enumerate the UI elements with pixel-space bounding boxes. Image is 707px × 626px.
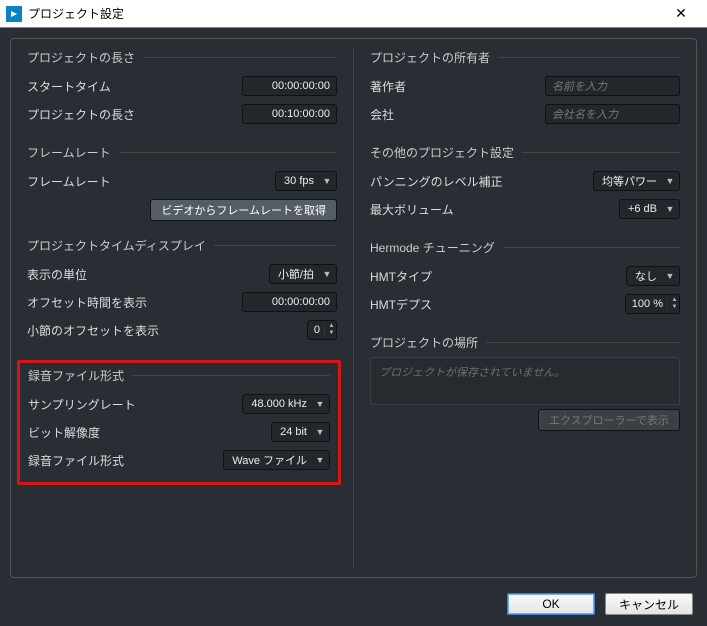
filetype-label: 録音ファイル形式: [28, 452, 124, 469]
hmt-depth-spinner[interactable]: 100 % ▲▼: [625, 294, 680, 314]
chevron-down-icon: ▼: [320, 176, 334, 186]
settings-panel: プロジェクトの長さ スタートタイム 00:00:00:00 プロジェクトの長さ …: [10, 38, 697, 578]
framerate-from-video-button[interactable]: ビデオからフレームレートを取得: [150, 199, 337, 221]
window-titlebar: プロジェクト設定 ✕: [0, 0, 707, 28]
dialog-footer: OK キャンセル: [0, 586, 707, 622]
chevron-down-icon: ▼: [313, 399, 327, 409]
app-icon: [6, 6, 22, 22]
maxvol-label: 最大ボリューム: [370, 201, 454, 218]
chevron-down-icon: ▼: [320, 269, 334, 279]
group-location: プロジェクトの場所 プロジェクトが保存されていません。 エクスプローラーで表示: [370, 334, 680, 431]
panlaw-label: パンニングのレベル補正: [370, 173, 503, 190]
group-title-owner: プロジェクトの所有者: [370, 49, 498, 66]
location-message: プロジェクトが保存されていません。: [379, 367, 565, 379]
cancel-button[interactable]: キャンセル: [605, 593, 693, 615]
group-time-display: プロジェクトタイムディスプレイ 表示の単位 小節/拍 ▼ オフセット時間を表示 …: [27, 237, 337, 344]
bitdepth-select[interactable]: 24 bit ▼: [271, 422, 330, 442]
chevron-down-icon: ▼: [313, 427, 327, 437]
spinner-down-icon[interactable]: ▼: [670, 304, 679, 311]
author-input[interactable]: 名前を入力: [545, 76, 680, 96]
group-title-location: プロジェクトの場所: [370, 334, 486, 351]
hmt-depth-label: HMTデプス: [370, 296, 432, 313]
group-owner: プロジェクトの所有者 著作者 名前を入力 会社 会社名を入力: [370, 49, 680, 128]
spinner-down-icon[interactable]: ▼: [327, 330, 336, 337]
group-title-framerate: フレームレート: [27, 144, 119, 161]
hmt-type-select[interactable]: なし ▼: [626, 266, 680, 286]
group-project-length: プロジェクトの長さ スタートタイム 00:00:00:00 プロジェクトの長さ …: [27, 49, 337, 128]
project-length-field[interactable]: 00:10:00:00: [242, 104, 337, 124]
display-format-select[interactable]: 小節/拍 ▼: [269, 264, 337, 284]
offset-time-label: オフセット時間を表示: [27, 294, 147, 311]
window-title: プロジェクト設定: [28, 5, 661, 22]
record-format-highlight: 録音ファイル形式 サンプリングレート 48.000 kHz ▼ ビット解像度 2…: [17, 360, 341, 485]
project-length-label: プロジェクトの長さ: [27, 106, 135, 123]
left-column: プロジェクトの長さ スタートタイム 00:00:00:00 プロジェクトの長さ …: [11, 39, 353, 577]
group-title-other: その他のプロジェクト設定: [370, 144, 522, 161]
samplerate-label: サンプリングレート: [28, 396, 136, 413]
framerate-select[interactable]: 30 fps ▼: [275, 171, 337, 191]
group-title-hermode: Hermode チューニング: [370, 239, 503, 256]
chevron-down-icon: ▼: [313, 455, 327, 465]
company-input[interactable]: 会社名を入力: [545, 104, 680, 124]
start-time-field[interactable]: 00:00:00:00: [242, 76, 337, 96]
author-label: 著作者: [370, 78, 406, 95]
project-location-box: プロジェクトが保存されていません。: [370, 357, 680, 405]
bar-offset-label: 小節のオフセットを表示: [27, 322, 159, 339]
right-column: プロジェクトの所有者 著作者 名前を入力 会社 会社名を入力 その他のプロジェク…: [354, 39, 696, 577]
group-title-length: プロジェクトの長さ: [27, 49, 143, 66]
chevron-down-icon: ▼: [663, 204, 677, 214]
group-framerate: フレームレート フレームレート 30 fps ▼ ビデオからフレームレートを取得: [27, 144, 337, 221]
spinner-up-icon[interactable]: ▲: [670, 297, 679, 304]
start-time-label: スタートタイム: [27, 78, 111, 95]
chevron-down-icon: ▼: [663, 271, 677, 281]
group-record-format: 録音ファイル形式 サンプリングレート 48.000 kHz ▼ ビット解像度 2…: [28, 367, 330, 474]
group-title-timedisplay: プロジェクトタイムディスプレイ: [27, 237, 214, 254]
ok-button[interactable]: OK: [507, 593, 595, 615]
display-format-label: 表示の単位: [27, 266, 87, 283]
spinner-up-icon[interactable]: ▲: [327, 323, 336, 330]
group-title-record: 録音ファイル形式: [28, 367, 132, 384]
company-label: 会社: [370, 106, 394, 123]
framerate-label: フレームレート: [27, 173, 111, 190]
filetype-select[interactable]: Wave ファイル ▼: [223, 450, 330, 470]
bitdepth-label: ビット解像度: [28, 424, 100, 441]
offset-time-field[interactable]: 00:00:00:00: [242, 292, 337, 312]
chevron-down-icon: ▼: [663, 176, 677, 186]
close-button[interactable]: ✕: [661, 0, 701, 27]
maxvol-select[interactable]: +6 dB ▼: [619, 199, 680, 219]
group-other-settings: その他のプロジェクト設定 パンニングのレベル補正 均等パワー ▼ 最大ボリューム…: [370, 144, 680, 223]
bar-offset-spinner[interactable]: 0 ▲▼: [307, 320, 337, 340]
panlaw-select[interactable]: 均等パワー ▼: [593, 171, 680, 191]
hmt-type-label: HMTタイプ: [370, 268, 432, 285]
show-in-explorer-button: エクスプローラーで表示: [538, 409, 680, 431]
group-hermode: Hermode チューニング HMTタイプ なし ▼ HMTデプス 100 % …: [370, 239, 680, 318]
samplerate-select[interactable]: 48.000 kHz ▼: [242, 394, 330, 414]
